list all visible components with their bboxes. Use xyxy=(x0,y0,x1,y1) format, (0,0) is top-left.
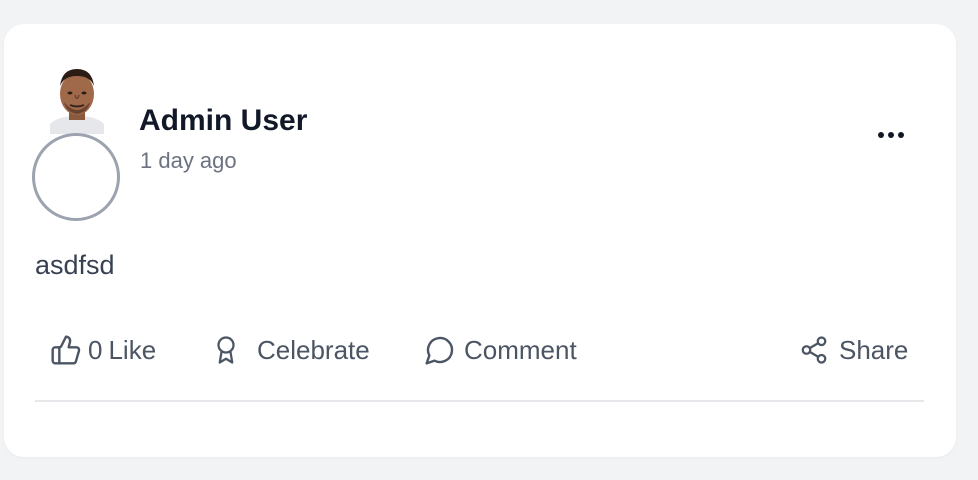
more-options-button[interactable] xyxy=(870,120,914,150)
share-button[interactable]: Share xyxy=(799,330,908,370)
post-card: Admin User 1 day ago asdfsd 0 Like Celeb… xyxy=(4,24,956,457)
avatar-photo-image xyxy=(50,69,104,134)
share-icon xyxy=(799,335,829,365)
post-timestamp: 1 day ago xyxy=(140,148,237,173)
share-label: Share xyxy=(839,334,909,365)
post-content: asdfsd xyxy=(35,250,115,280)
like-label: Like xyxy=(108,334,157,365)
like-button[interactable]: 0 Like xyxy=(50,330,156,370)
like-count: 0 xyxy=(88,334,103,365)
award-icon xyxy=(211,334,241,366)
comment-button[interactable]: Comment xyxy=(424,330,577,370)
celebrate-button[interactable]: Celebrate xyxy=(211,330,370,370)
avatar-placeholder-circle xyxy=(32,133,120,221)
message-circle-icon xyxy=(424,334,456,366)
divider xyxy=(35,400,924,402)
more-horizontal-icon xyxy=(878,132,904,138)
author-name[interactable]: Admin User xyxy=(139,104,307,138)
celebrate-label: Celebrate xyxy=(257,334,370,365)
thumbs-up-icon xyxy=(50,334,82,366)
comment-label: Comment xyxy=(464,334,577,365)
avatar[interactable] xyxy=(44,64,110,134)
